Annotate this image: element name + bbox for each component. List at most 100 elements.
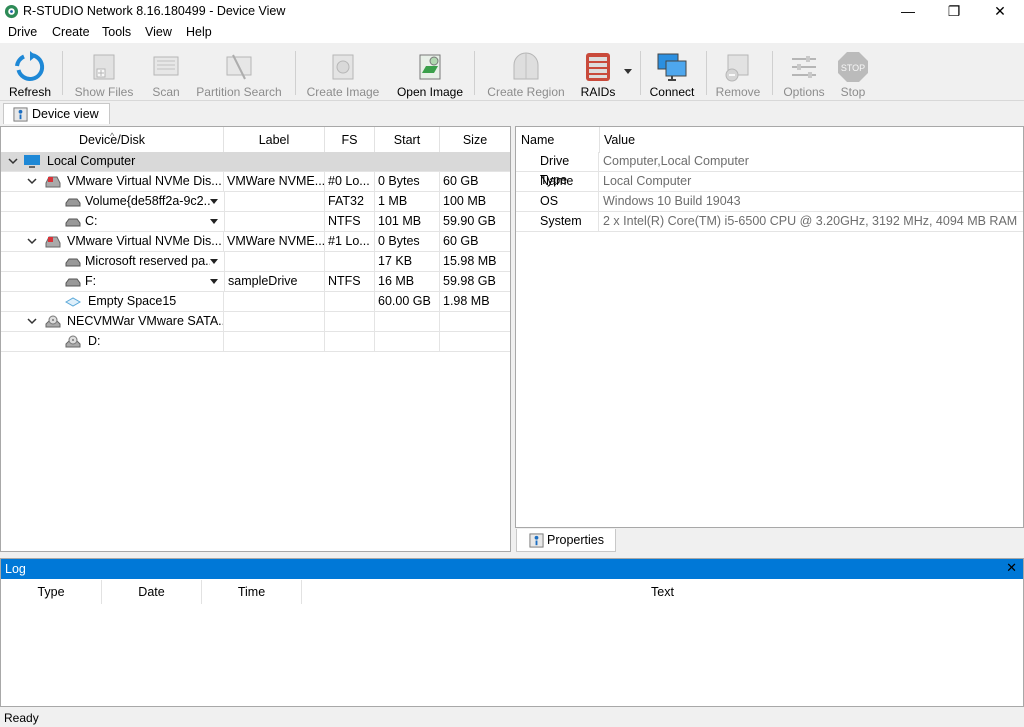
options-label: Options [783,85,825,99]
empty-space-icon [65,297,81,307]
device-name: Local Computer [47,154,136,168]
refresh-button[interactable]: Refresh [4,48,56,99]
minimize-button[interactable]: — [885,0,931,23]
column-header-value[interactable]: Value [600,127,1023,153]
log-column-type[interactable]: Type [1,580,102,604]
property-name: Drive Type [516,152,599,187]
properties-panel: Name Value Drive Type Computer,Local Com… [515,126,1024,528]
raids-button[interactable]: RAIDs [578,48,618,99]
log-panel: Log ✕ Type Date Time Text [0,558,1024,707]
create-region-button[interactable]: Create Region [482,48,570,99]
scan-label: Scan [152,85,180,99]
table-row[interactable]: C: NTFS 101 MB 59.90 GB [1,212,510,232]
computer-icon [24,155,40,168]
options-button[interactable]: Options [778,48,830,99]
table-row[interactable]: VMware Virtual NVMe Dis... VMWare NVME..… [1,232,510,252]
device-label [224,192,325,211]
column-header-start[interactable]: Start [375,127,440,153]
device-start: 1 MB [375,192,440,211]
optical-drive-icon [45,315,61,328]
collapse-icon[interactable] [27,316,37,326]
app-icon [4,4,19,19]
device-label [224,252,325,271]
sort-ascending-icon: ^ [110,131,115,141]
column-header-size[interactable]: Size [440,127,510,153]
toolbar-separator [474,51,475,95]
close-button[interactable]: ✕ [977,0,1023,23]
collapse-icon[interactable] [8,156,18,166]
open-image-button[interactable]: Open Image [394,48,466,99]
refresh-label: Refresh [8,85,52,99]
table-row[interactable]: NECVMWar VMware SATA... [1,312,510,332]
device-start: 17 KB [375,252,440,271]
title-bar: R-STUDIO Network 8.16.180499 - Device Vi… [0,0,1024,23]
device-size: 15.98 MB [443,254,497,268]
column-header-fs[interactable]: FS [325,127,375,153]
table-row[interactable]: VMware Virtual NVMe Dis... VMWare NVME..… [1,172,510,192]
disk-icon [45,176,61,188]
collapse-icon[interactable] [27,236,37,246]
create-image-button[interactable]: Create Image [302,48,384,99]
connect-button[interactable]: Connect [646,48,698,99]
table-row[interactable]: Microsoft reserved pa... 17 KB 15.98 MB [1,252,510,272]
device-start: 0 Bytes [375,172,440,191]
device-name: VMware Virtual NVMe Dis... [64,172,224,191]
show-files-button[interactable]: Show Files [70,48,138,99]
dropdown-arrow-icon[interactable] [210,259,218,264]
device-label [224,212,325,231]
device-start [375,332,440,351]
table-row[interactable]: Local Computer [1,152,510,172]
device-size: 59.90 GB [443,214,496,228]
property-row[interactable]: System 2 x Intel(R) Core(TM) i5-6500 CPU… [516,212,1023,232]
stop-icon-text: STOP [841,63,865,73]
menu-help[interactable]: Help [186,25,212,39]
refresh-icon [15,51,45,81]
partition-search-button[interactable]: Partition Search [192,48,286,99]
table-row[interactable]: Volume{de58ff2a-9c2... FAT32 1 MB 100 MB [1,192,510,212]
scan-button[interactable]: Scan [144,48,188,99]
menu-tools[interactable]: Tools [102,25,131,39]
log-column-date[interactable]: Date [102,580,202,604]
property-value: Local Computer [603,174,692,188]
menu-view[interactable]: View [145,25,172,39]
raids-dropdown-arrow-icon[interactable] [624,69,632,75]
device-name: Empty Space15 [85,292,224,311]
tab-device-view-label: Device view [32,107,99,121]
device-name: D: [85,332,224,351]
stop-icon: STOP [838,52,868,82]
property-row[interactable]: Name Local Computer [516,172,1023,192]
log-close-icon[interactable]: ✕ [1006,560,1017,576]
stop-button[interactable]: STOP Stop [832,48,874,99]
table-row[interactable]: F: sampleDrive NTFS 16 MB 59.98 GB [1,272,510,292]
property-row[interactable]: Drive Type Computer,Local Computer [516,152,1023,187]
optical-drive-icon [65,335,81,348]
device-fs [325,332,375,351]
device-fs [325,292,375,311]
table-row[interactable]: D: [1,332,510,352]
collapse-icon[interactable] [27,176,37,186]
property-value: Windows 10 Build 19043 [603,194,741,208]
dropdown-arrow-icon[interactable] [210,199,218,204]
dropdown-arrow-icon[interactable] [210,279,218,284]
menu-drive[interactable]: Drive [8,25,37,39]
device-label: sampleDrive [224,272,325,291]
restore-button[interactable]: ❐ [931,0,977,23]
table-row[interactable]: Empty Space15 60.00 GB 1.98 MB [1,292,510,312]
log-column-text[interactable]: Text [302,580,1023,604]
partition-search-label: Partition Search [196,85,282,99]
tab-properties[interactable]: Properties [516,529,616,552]
menu-create[interactable]: Create [52,25,90,39]
device-label [224,332,325,351]
column-header-name[interactable]: Name [516,127,600,153]
tab-device-view[interactable]: Device view [3,103,110,124]
device-start: 101 MB [375,212,440,231]
toolbar-separator [640,51,641,95]
property-row[interactable]: OS Windows 10 Build 19043 [516,192,1023,212]
remove-label: Remove [715,85,761,99]
log-column-time[interactable]: Time [202,580,302,604]
dropdown-arrow-icon[interactable] [210,219,218,224]
column-header-device[interactable]: ^ Device/Disk [1,127,224,153]
column-header-label[interactable]: Label [224,127,325,153]
toolbar-separator [295,51,296,95]
remove-button[interactable]: Remove [712,48,764,99]
